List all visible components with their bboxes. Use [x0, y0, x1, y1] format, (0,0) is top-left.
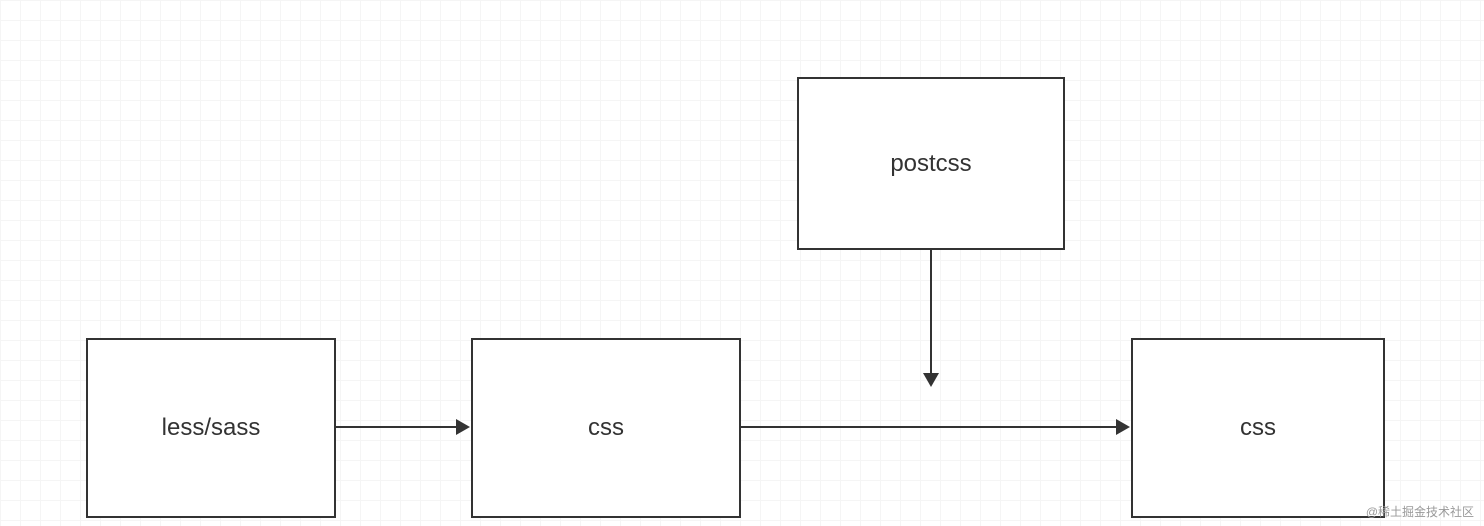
arrow-head-1 — [456, 419, 470, 435]
arrow-line-2 — [741, 426, 1118, 428]
node-css-mid: css — [471, 338, 741, 518]
arrow-head-postcss-down — [923, 373, 939, 387]
node-postcss: postcss — [797, 77, 1065, 250]
node-css-end: css — [1131, 338, 1385, 518]
node-less-sass: less/sass — [86, 338, 336, 518]
node-css-end-label: css — [1240, 414, 1276, 442]
node-postcss-label: postcss — [890, 150, 971, 178]
arrow-line-1 — [336, 426, 458, 428]
watermark: @稀土掘金技术社区 — [1366, 503, 1474, 520]
arrow-line-postcss-down — [930, 250, 932, 375]
arrow-head-2 — [1116, 419, 1130, 435]
node-css-mid-label: css — [588, 414, 624, 442]
node-less-sass-label: less/sass — [162, 414, 261, 442]
